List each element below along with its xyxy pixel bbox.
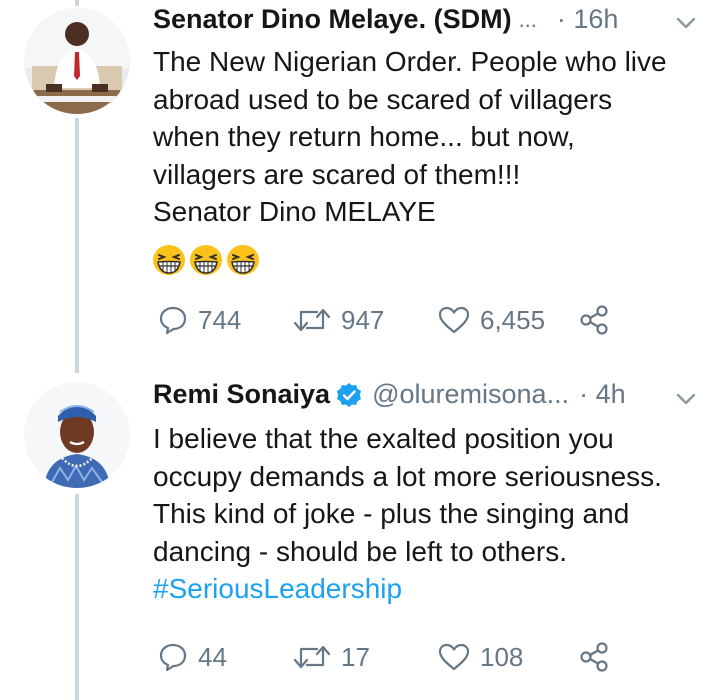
like-button[interactable]: 108 [438,637,523,677]
like-count: 108 [480,641,524,672]
tweet-text-line: Senator Dino MELAYE [153,196,436,227]
tweet-1-header: Senator Dino Melaye. (SDM) ... · 16h [153,4,618,35]
tweet-2-text: I believe that the exalted position you … [153,420,713,608]
tweet-text-line: dancing - should be left to others. [153,535,568,567]
tweet-text-line: The New Nigerian Order. People who live [153,46,667,77]
tweet-time[interactable]: · 4h [579,379,626,410]
retweet-count: 947 [341,304,385,335]
tweet-text-line: occupy demands a lot more seriousness. [153,460,662,492]
author-name[interactable]: Remi Sonaiya [153,379,330,410]
retweet-count: 17 [341,641,370,672]
tweet-time[interactable]: · 16h [557,4,619,35]
tweet-2-actions: 44 17 108 [153,637,623,677]
verified-badge-icon [337,382,362,407]
grinning-squinting-face-icon [153,245,185,275]
grinning-squinting-face-icon [190,245,222,275]
retweet-icon [293,308,331,332]
retweet-button[interactable]: 947 [293,300,384,340]
share-icon [580,305,608,335]
reply-button[interactable]: 744 [158,300,241,340]
like-icon [438,306,470,334]
tweet-1-text: The New Nigerian Order. People who live … [153,43,713,231]
tweet-text-line: when they return home... but now, [153,121,575,152]
tweet-text-line: abroad used to be scared of villagers [153,83,613,115]
tweet-1-actions: 744 947 6,455 [153,300,623,340]
reply-icon [159,306,187,335]
chevron-down-icon[interactable] [675,16,697,30]
reply-icon [159,643,187,672]
author-handle[interactable]: @oluremisona... [372,379,569,410]
share-button[interactable] [578,637,610,677]
reply-count: 44 [198,641,227,672]
like-count: 6,455 [480,304,546,335]
tweet-text-line: villagers are scared of them!!! [153,158,521,190]
thread-line-bottom [75,494,79,700]
chevron-down-icon[interactable] [675,392,697,406]
name-truncation: ... [518,6,537,32]
reply-count: 744 [198,304,242,335]
retweet-icon [293,645,331,669]
thread-line-top [75,0,79,6]
share-button[interactable] [578,300,610,340]
retweet-button[interactable]: 17 [293,637,370,677]
grinning-squinting-face-icon [227,245,259,275]
tweet-2-header: Remi Sonaiya @oluremisona... · 4h [153,379,626,410]
like-icon [438,643,470,671]
tweet-text-line: I believe that the exalted position you [153,423,614,454]
reply-button[interactable]: 44 [158,637,227,677]
emoji-row [152,244,260,276]
avatar-remi-sonaiya[interactable] [24,382,130,488]
hashtag-link[interactable]: #SeriousLeadership [153,570,713,608]
author-name[interactable]: Senator Dino Melaye. (SDM) [153,4,512,35]
tweet-text-line: This kind of joke - plus the singing and [153,498,630,529]
like-button[interactable]: 6,455 [438,300,545,340]
thread-line-middle [75,118,79,373]
share-icon [580,642,608,672]
avatar-dino-melaye[interactable] [24,8,130,114]
